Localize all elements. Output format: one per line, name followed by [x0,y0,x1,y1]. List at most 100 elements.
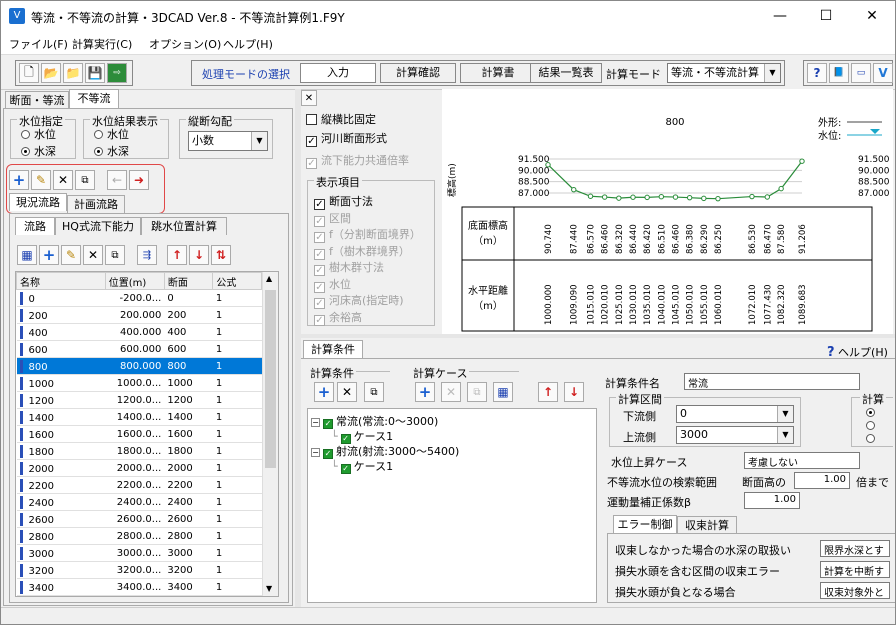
add-icon[interactable]: + [39,245,59,265]
tree-node-condition[interactable]: − ✓ 射流(射流:3000〜5400) [311,443,459,459]
radio-display-depth[interactable]: 水深 [94,143,129,159]
checkbox-checked-icon[interactable]: ✓ [340,464,351,474]
downstream-select[interactable]: 0 ▼ [676,405,794,423]
radio-display-level[interactable]: 水位 [94,126,129,142]
arrow-down-icon[interactable]: ↓ [189,245,209,265]
mode-input-button[interactable]: 入力 [300,63,376,83]
table-row[interactable]: 1800 1800.0... 1800 1 [16,442,262,460]
case-down-icon[interactable]: ↓ [564,382,584,402]
question-icon[interactable]: ? [807,63,827,83]
momentum-input[interactable]: 1.00 [744,492,800,509]
tab-section-uniform[interactable]: 断面・等流 [5,91,69,109]
chk-aspect-fixed[interactable]: 縦横比固定 [306,111,376,127]
radio-spec-level[interactable]: 水位 [21,126,56,142]
delete-condition-icon[interactable]: ✕ [337,382,357,402]
chk-display-item[interactable]: ✓ f（樹木群境界） [314,243,410,260]
save-icon[interactable]: 💾 [85,63,105,83]
col-header-formula[interactable]: 公式 [212,272,262,290]
grid-case-icon[interactable]: ▦ [493,382,513,402]
radio-spec-depth[interactable]: 水深 [21,143,56,159]
version-logo-icon[interactable]: V [873,63,893,83]
calc-right-radio-1[interactable] [866,406,879,419]
add-icon[interactable]: + [9,170,29,190]
scroll-down-icon[interactable]: ▼ [266,584,272,593]
chk-river-section[interactable]: ✓ 河川断面形式 [306,130,387,147]
chk-display-item[interactable]: ✓ 水位 [314,276,351,293]
copy-condition-icon[interactable]: ⧉ [364,382,384,402]
copy-icon[interactable]: ⧉ [105,245,125,265]
tree-node-case[interactable]: └ ✓ ケース1 [331,458,393,474]
collapse-icon[interactable]: − [311,448,320,457]
col-header-section[interactable]: 断面 [163,272,214,290]
table-row[interactable]: 2200 2200.0... 2200 1 [16,476,262,494]
open-file-icon[interactable]: 📂 [41,63,61,83]
table-row[interactable]: 1000 1000.0... 1000 1 [16,374,262,392]
tab-hq-capacity[interactable]: HQ式流下能力 [55,217,141,235]
table-row[interactable]: 3000 3000.0... 3000 1 [16,544,262,562]
copy-icon[interactable]: ⧉ [75,170,95,190]
table-row[interactable]: 600 600.000 600 1 [16,340,262,358]
delete-case-icon[interactable]: ✕ [441,382,461,402]
swap-icon[interactable]: ⇅ [211,245,231,265]
scroll-thumb[interactable] [265,290,276,468]
upstream-select[interactable]: 3000 ▼ [676,426,794,444]
grid-icon[interactable]: ▦ [17,245,37,265]
menu-options[interactable]: オプション(O) [149,36,221,52]
menu-help[interactable]: ヘルプ(H) [223,36,273,52]
chk-display-item[interactable]: ✓ 樹木群寸法 [314,259,384,276]
edit-pencil-icon[interactable]: ✎ [31,170,51,190]
rise-case-input[interactable]: 考慮しない [744,452,860,469]
error-row-select[interactable]: 限界水深とす [820,540,890,557]
menu-calc-run[interactable]: 計算実行(C) [72,36,132,52]
table-scrollbar[interactable]: ▲ ▼ [262,272,278,596]
calc-mode-select[interactable]: 等流・不等流計算 ▼ [667,63,781,83]
new-file-icon[interactable]: 🗋 [19,63,39,83]
collapse-icon[interactable]: − [311,418,320,427]
edit-pencil-icon[interactable]: ✎ [61,245,81,265]
copy-case-icon[interactable]: ⧉ [467,382,487,402]
table-row[interactable]: 1200 1200.0... 1200 1 [16,391,262,409]
delete-icon[interactable]: ✕ [83,245,103,265]
add-condition-icon[interactable]: + [314,382,334,402]
table-row[interactable]: 3200 3200.0... 3200 1 [16,561,262,579]
maximize-button[interactable]: ☐ [803,1,849,32]
case-up-icon[interactable]: ↑ [538,382,558,402]
tab-current-channel[interactable]: 現況流路 [9,193,67,211]
tab-convergence[interactable]: 収束計算 [677,516,737,534]
col-header-name[interactable]: 名称 [16,272,106,290]
scroll-up-icon[interactable]: ▲ [266,274,272,283]
chk-display-item[interactable]: ✓ f（分割断面境界） [314,226,421,243]
table-row[interactable]: 2400 2400.0... 2400 1 [16,493,262,511]
card-icon[interactable]: ▭ [851,63,871,83]
tab-nonuniform[interactable]: 不等流 [69,89,119,109]
arrow-right-icon[interactable]: ➜ [129,170,149,190]
table-row[interactable]: 400 400.000 400 1 [16,323,262,341]
arrow-left-icon[interactable]: ← [107,170,127,190]
close-button[interactable]: ✕ [849,1,895,32]
error-row-select[interactable]: 収束対象外と [820,582,890,599]
tab-error-control[interactable]: エラー制御 [613,515,677,533]
close-view-options-icon[interactable]: ✕ [301,90,317,106]
mode-result-list-button[interactable]: 結果一覧表 [530,63,602,83]
table-row[interactable]: 200 200.000 200 1 [16,306,262,324]
table-row[interactable]: 2000 2000.0... 2000 1 [16,459,262,477]
search-range-input[interactable]: 1.00 [794,472,850,489]
calc-right-radio-2[interactable] [866,419,879,432]
chk-flow-capacity[interactable]: ✓ 流下能力共通倍率 [306,152,409,169]
menu-file[interactable]: ファイル(F) [9,36,68,52]
arrow-up-icon[interactable]: ↑ [167,245,187,265]
col-header-position[interactable]: 位置(m) [104,272,165,290]
tree-node-condition[interactable]: − ✓ 常流(常流:0〜3000) [311,413,438,429]
table-row[interactable]: 2800 2800.0... 2800 1 [16,527,262,545]
table-row[interactable]: 3400 3400.0... 3400 1 [16,578,262,596]
chk-display-item[interactable]: ✓ 河床高(指定時) [314,292,404,309]
tab-channel[interactable]: 流路 [15,217,55,235]
chk-display-item[interactable]: ✓ 区間 [314,210,351,227]
import-icon[interactable]: ⇶ [137,245,157,265]
error-row-select[interactable]: 計算を中断す [820,561,890,578]
chk-display-item[interactable]: ✓ 余裕高 [314,309,362,326]
table-row[interactable]: 0 -200.0... 0 1 [16,289,262,307]
vertical-slope-select[interactable]: 小数 ▼ [188,131,268,151]
table-row[interactable]: 1600 1600.0... 1600 1 [16,425,262,443]
export-icon[interactable]: ⇨ [107,63,127,83]
